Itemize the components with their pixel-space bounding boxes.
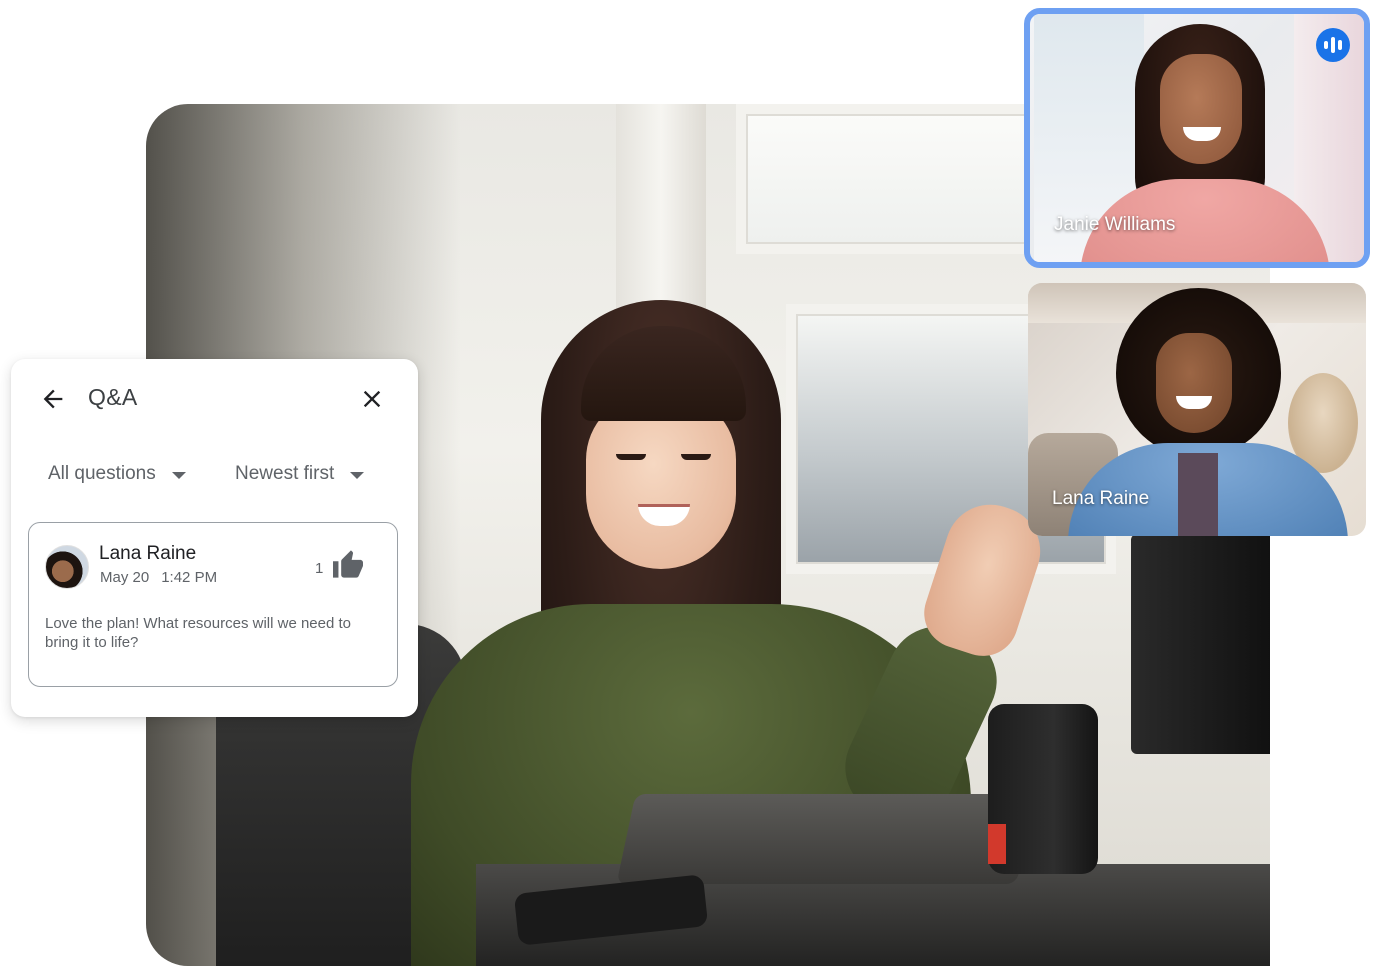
meet-stage: Janie Williams Lana Raine Q&A All questi…	[0, 0, 1374, 966]
filter-scope-dropdown[interactable]: All questions	[48, 463, 186, 485]
filter-scope-label: All questions	[48, 463, 156, 484]
arrow-back-icon[interactable]	[39, 385, 67, 413]
thumb-up-icon	[333, 550, 364, 578]
close-icon[interactable]	[358, 385, 386, 413]
speaking-indicator-icon	[1316, 28, 1350, 62]
mug-accent	[988, 824, 1006, 864]
sort-order-dropdown[interactable]: Newest first	[235, 463, 365, 485]
eye	[616, 454, 646, 460]
face	[1156, 333, 1232, 433]
monitor	[1131, 534, 1270, 754]
mug	[988, 704, 1098, 874]
window	[736, 104, 1036, 254]
question-time: 1:42 PM	[161, 569, 218, 586]
question-date: May 20	[100, 569, 150, 586]
caret-down-icon	[350, 471, 365, 479]
participant-tile-janie[interactable]: Janie Williams	[1024, 8, 1370, 268]
avatar	[45, 545, 89, 589]
qa-panel: Q&A All questions Newest first Lana Rain…	[11, 359, 418, 717]
face	[1160, 54, 1242, 164]
upvote-button[interactable]: 1	[315, 549, 365, 579]
question-card: Lana Raine May 20 1:42 PM 1 Love the plan…	[28, 522, 398, 687]
panel-title: Q&A	[88, 384, 138, 410]
participant-name: Lana Raine	[1052, 488, 1150, 509]
participant-name: Janie Williams	[1054, 214, 1176, 235]
eye	[681, 454, 711, 460]
caret-down-icon	[171, 471, 186, 479]
sort-order-label: Newest first	[235, 463, 335, 484]
question-text: Love the plan! What resources will we ne…	[45, 615, 351, 651]
laptop	[616, 794, 1036, 884]
upvote-count: 1	[315, 560, 324, 577]
question-author: Lana Raine	[99, 543, 197, 564]
participant-tile-lana[interactable]: Lana Raine	[1028, 283, 1366, 536]
question-timestamp: May 20 1:42 PM	[100, 569, 217, 586]
qa-header: Q&A	[11, 359, 418, 439]
undershirt	[1178, 453, 1218, 536]
